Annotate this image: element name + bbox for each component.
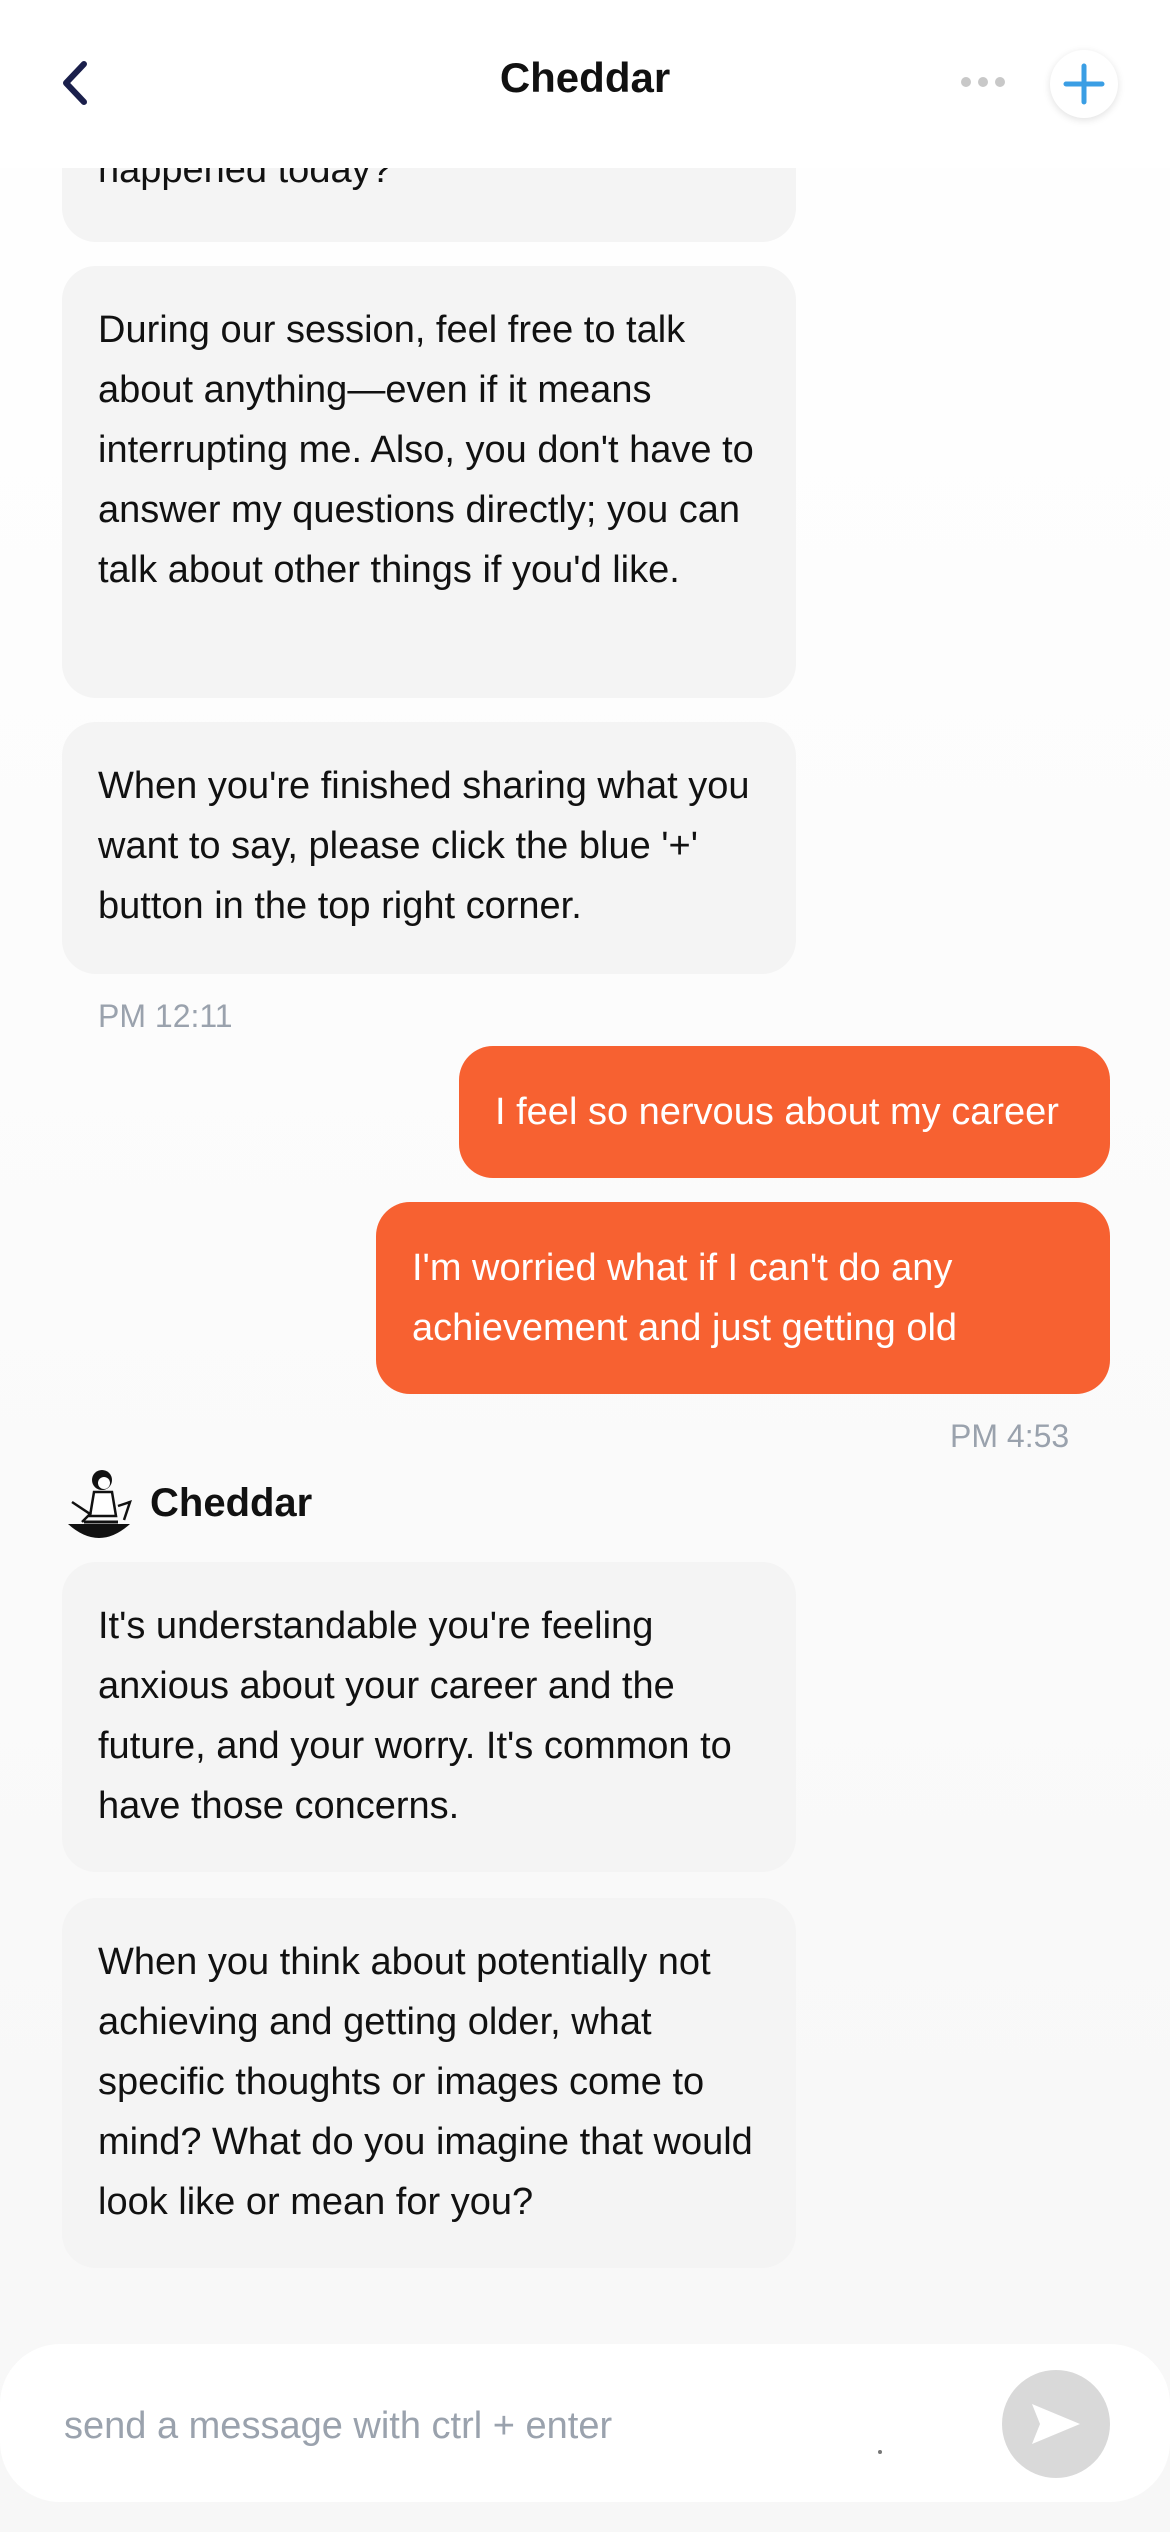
decorative-dot [878, 2450, 882, 2454]
message-composer [0, 2344, 1170, 2502]
avatar [62, 1466, 136, 1540]
finish-session-button[interactable] [1050, 50, 1118, 118]
sender-name: Cheddar [150, 1480, 313, 1525]
bot-message: When you're finished sharing what you wa… [62, 722, 796, 974]
bot-sender-header: Cheddar [62, 1466, 312, 1540]
user-message: I'm worried what if I can't do any achie… [376, 1202, 1110, 1394]
message-text: I feel so nervous about my career [495, 1091, 1059, 1133]
message-text: When you think about potentially not ach… [98, 1941, 753, 2223]
message-text: When you're finished sharing what you wa… [98, 765, 750, 927]
message-timestamp: PM 4:53 [950, 1418, 1070, 1454]
message-timestamp: PM 12:11 [98, 998, 233, 1034]
bot-message: During our session, feel free to talk ab… [62, 266, 796, 698]
chat-thread: happened today? During our session, feel… [0, 0, 1170, 2340]
bot-message: It's understandable you're feeling anxio… [62, 1562, 796, 1872]
plus-icon [1063, 63, 1105, 105]
message-text: It's understandable you're feeling anxio… [98, 1605, 732, 1827]
top-bar: Cheddar [0, 0, 1170, 168]
user-message: I feel so nervous about my career [459, 1046, 1110, 1178]
send-button[interactable] [1002, 2370, 1110, 2478]
bot-message: When you think about potentially not ach… [62, 1898, 796, 2268]
message-input[interactable] [62, 2390, 966, 2462]
send-icon [1032, 2404, 1080, 2444]
message-text: I'm worried what if I can't do any achie… [412, 1247, 958, 1349]
message-text: During our session, feel free to talk ab… [98, 309, 754, 591]
more-options-icon[interactable] [958, 72, 1008, 92]
